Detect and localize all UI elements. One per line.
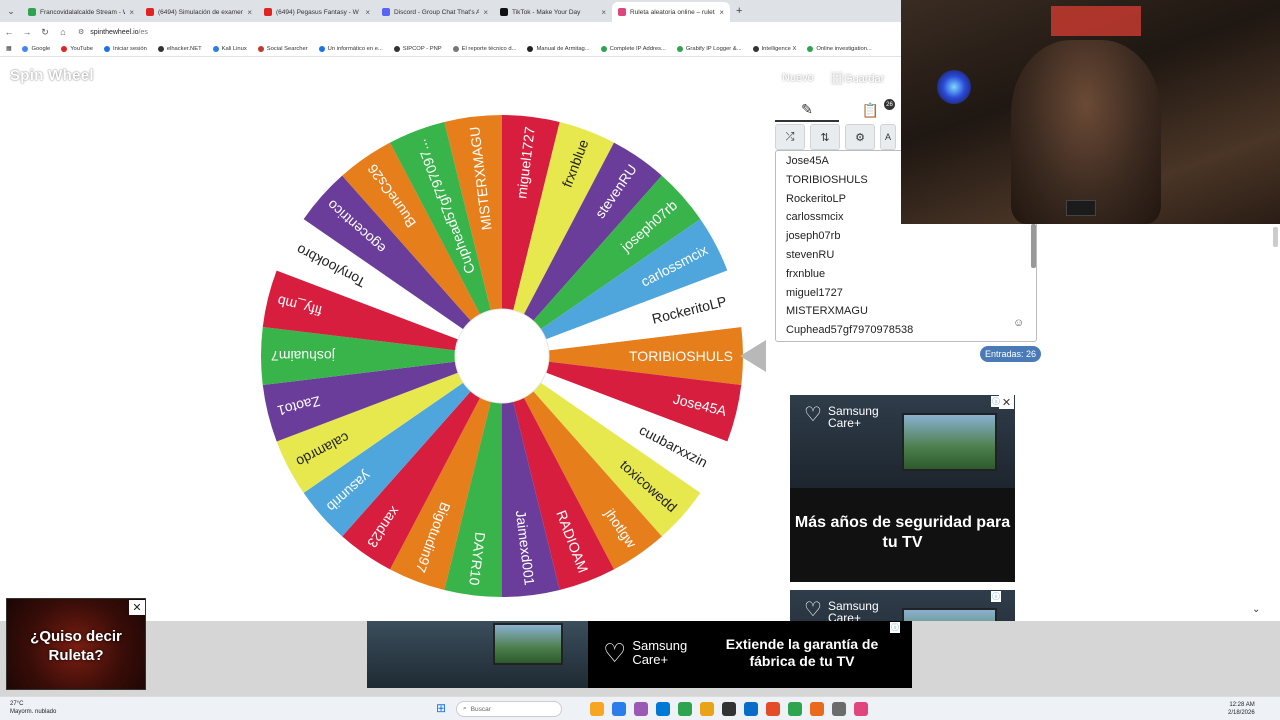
webcam-overlay	[901, 0, 1280, 224]
settings-button[interactable]: ⚙	[845, 124, 875, 150]
taskbar-app-icon[interactable]	[678, 702, 692, 716]
taskbar-app-icon[interactable]	[590, 702, 604, 716]
taskbar-app-icon[interactable]	[612, 702, 626, 716]
taskbar-search[interactable]: ⌕ Buscar	[456, 701, 562, 717]
ad-headline: Más años de seguridad para tu TV	[794, 514, 1011, 551]
results-count-badge: 26	[884, 99, 895, 110]
entries-scrollbar[interactable]	[1031, 224, 1036, 268]
taskbar-app-icon[interactable]	[744, 702, 758, 716]
banner-ad-info-icon[interactable]: ⓘ	[890, 622, 900, 633]
panel-tabs: ✎ 📋	[775, 98, 902, 124]
clock-time: 12:28 AM	[1229, 702, 1255, 708]
did-you-mean-popup[interactable]: ¿Quiso decir Ruleta?	[6, 598, 146, 690]
entries-count-badge: Entradas: 26	[980, 346, 1042, 362]
webcam-person	[1011, 40, 1161, 224]
taskbar-app-icon[interactable]	[788, 702, 802, 716]
samsung-care-heart-icon: ♡	[603, 638, 627, 668]
webcam-phone	[1066, 200, 1096, 216]
taskbar-app-icon[interactable]	[810, 702, 824, 716]
gear-icon: ⚙	[855, 131, 865, 144]
banner-brand-line1: Samsung	[632, 638, 688, 653]
tab-edit[interactable]: ✎	[775, 98, 839, 122]
webcam-lamp	[937, 70, 971, 104]
entry-line: carlossmcix	[786, 211, 844, 224]
pencil-icon: ✎	[801, 100, 813, 117]
wheel-pointer	[740, 340, 766, 372]
banner-brand-line2: Care+	[632, 652, 669, 667]
wheel-segment-label: TORIBIOSHULS	[629, 348, 733, 364]
popup-text: ¿Quiso decir Ruleta?	[30, 628, 122, 664]
bottom-banner-ad[interactable]: ♡ Samsung Care+ Extiende la garantía de f…	[367, 621, 912, 688]
sort-icon: ⇅	[820, 131, 830, 144]
search-icon: ⌕	[463, 705, 467, 712]
entry-line: joseph07rb	[786, 230, 841, 243]
taskbar-app-icon[interactable]	[700, 702, 714, 716]
entry-line: MISTERXMAGU	[786, 305, 868, 318]
ad-tv-image	[902, 413, 997, 471]
entry-line: Cuphead57gf7970978538	[786, 324, 914, 337]
entry-line: miguel1727	[786, 286, 843, 299]
ad-brand-line2: Care+	[827, 416, 861, 430]
entry-line: frxnblue	[786, 267, 826, 280]
taskbar-app-icon[interactable]	[656, 702, 670, 716]
windows-start-icon[interactable]: ⊞	[436, 701, 446, 715]
entries-toolbar: ⤮ ⇅ ⚙ A	[775, 124, 896, 150]
side-ad-samsung[interactable]: ♡ Samsung Care+ Más años de seguridad par…	[790, 395, 1015, 582]
taskbar-app-icon[interactable]	[722, 702, 736, 716]
entry-line: Jose45A	[786, 155, 829, 167]
taskbar-app-icon[interactable]	[854, 702, 868, 716]
screen: ⌄ Francovidalalcalde Stream - Wa × (6494) …	[0, 0, 1280, 720]
entry-line: RockeritoLP	[786, 192, 846, 205]
banner-brand: ♡ Samsung Care+	[603, 638, 688, 668]
add-image-button[interactable]: A	[880, 124, 896, 150]
wheel-segment-label: joshuaim7	[271, 348, 336, 364]
taskbar-app-icon[interactable]	[766, 702, 780, 716]
ad-info-icon[interactable]: ⓘ	[991, 591, 1001, 602]
ad-close-icon[interactable]: ✕	[999, 395, 1014, 409]
clock-date: 2/18/2026	[1228, 710, 1255, 716]
shuffle-button[interactable]: ⤮	[775, 124, 805, 150]
ad-info-icon[interactable]: ⓘ	[991, 396, 1001, 407]
webcam-shelf	[1051, 6, 1141, 36]
samsung-care-heart-icon: ♡	[804, 404, 822, 426]
weather-desc: Mayorm. nublado	[10, 709, 57, 715]
sort-button[interactable]: ⇅	[810, 124, 840, 150]
page-scrollbar[interactable]	[1273, 227, 1278, 247]
taskbar-app-icon[interactable]	[634, 702, 648, 716]
shuffle-icon: ⤮	[785, 130, 795, 143]
banner-tv-image	[493, 623, 563, 665]
clock[interactable]: 12:28 AM 2/18/2026	[1228, 701, 1255, 717]
taskbar-search-placeholder: Buscar	[470, 705, 491, 713]
chevron-down-icon[interactable]: ⌄	[1252, 604, 1260, 615]
weather-widget[interactable]: 27°C Mayorm. nublado	[10, 700, 56, 716]
taskbar: 27°C Mayorm. nublado ⊞ ⌕ Buscar 12:28 AM…	[0, 696, 1280, 720]
weather-temp: 27°C	[10, 701, 24, 707]
entry-line: stevenRU	[786, 249, 835, 261]
clipboard-icon: 📋	[861, 101, 880, 118]
emoji-icon[interactable]: ☺	[1013, 317, 1024, 329]
wheel-center[interactable]	[454, 308, 550, 404]
banner-headline: Extiende la garantía de fábrica de tu TV	[725, 636, 879, 669]
popup-close-icon[interactable]: ✕	[129, 600, 145, 615]
ad-brand: ♡ Samsung Care+	[804, 405, 879, 429]
taskbar-app-icon[interactable]	[832, 702, 846, 716]
entry-line: TORIBIOSHULS	[786, 173, 868, 186]
